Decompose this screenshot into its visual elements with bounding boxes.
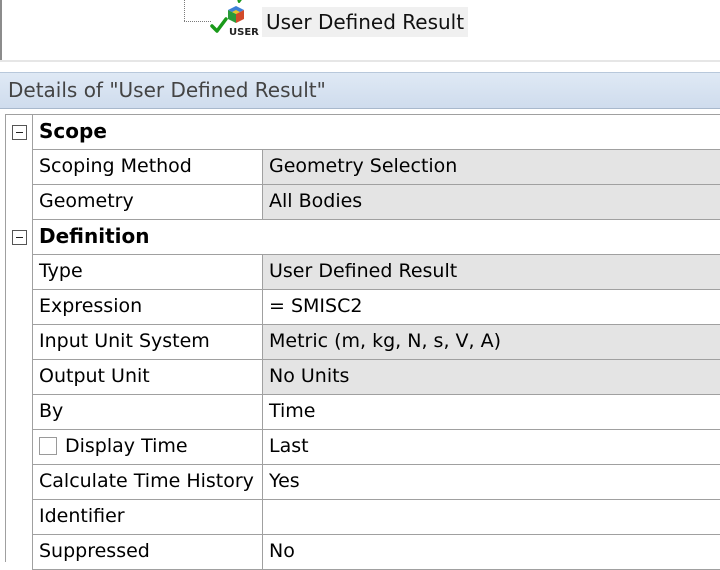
section-row-scope: Scope: [6, 115, 720, 150]
section-row-definition: Definition: [6, 220, 720, 255]
property-row: Scoping Method Geometry Selection: [6, 150, 720, 185]
tree-connector-vertical: [184, 0, 185, 21]
row-gutter: [6, 395, 32, 430]
row-gutter: [6, 465, 32, 500]
section-title-scope: Scope: [32, 115, 720, 150]
collapse-icon[interactable]: [12, 125, 27, 140]
property-value-display-time[interactable]: Last: [262, 430, 720, 465]
row-gutter: [6, 360, 32, 395]
property-row: Output Unit No Units: [6, 360, 720, 395]
row-gutter: [6, 185, 32, 220]
user-defined-result-icon: USER: [210, 4, 262, 38]
property-row: Expression = SMISC2: [6, 290, 720, 325]
property-value-expression[interactable]: = SMISC2: [262, 290, 720, 325]
details-grid: Scope Scoping Method Geometry Selection …: [5, 114, 720, 570]
property-label-input-unit-system: Input Unit System: [32, 325, 262, 360]
property-value-suppressed[interactable]: No: [262, 535, 720, 570]
display-time-label: Display Time: [65, 435, 188, 457]
section-title-definition: Definition: [32, 220, 720, 255]
property-label-expression: Expression: [32, 290, 262, 325]
property-label-by: By: [32, 395, 262, 430]
row-gutter: [6, 290, 32, 325]
tree-connector-horizontal: [184, 21, 211, 22]
display-time-checkbox[interactable]: [39, 437, 57, 455]
property-label-display-time: Display Time: [32, 430, 262, 465]
property-value-input-unit-system: Metric (m, kg, N, s, V, A): [262, 325, 720, 360]
property-value-by[interactable]: Time: [262, 395, 720, 430]
collapse-icon[interactable]: [12, 230, 27, 245]
row-gutter: [6, 500, 32, 535]
row-gutter: [6, 255, 32, 290]
property-row: Geometry All Bodies: [6, 185, 720, 220]
row-gutter: [6, 430, 32, 465]
row-gutter: [6, 115, 32, 150]
property-row: Identifier: [6, 500, 720, 535]
row-gutter: [6, 220, 32, 255]
property-label-suppressed: Suppressed: [32, 535, 262, 570]
property-value-geometry[interactable]: All Bodies: [262, 185, 720, 220]
property-label-scoping-method: Scoping Method: [32, 150, 262, 185]
property-value-output-unit: No Units: [262, 360, 720, 395]
property-row: Input Unit System Metric (m, kg, N, s, V…: [6, 325, 720, 360]
tree-view: ✔ USER User Defined Result: [0, 0, 720, 60]
property-row: Suppressed No: [6, 535, 720, 570]
row-gutter: [6, 325, 32, 360]
property-value-scoping-method[interactable]: Geometry Selection: [262, 150, 720, 185]
details-pane-title: Details of "User Defined Result": [0, 72, 720, 109]
property-row: Type User Defined Result: [6, 255, 720, 290]
property-value-identifier[interactable]: [262, 500, 720, 535]
row-gutter: [6, 150, 32, 185]
row-gutter: [6, 535, 32, 570]
tree-node-user-defined-result[interactable]: User Defined Result: [262, 7, 469, 37]
property-row: Calculate Time History Yes: [6, 465, 720, 500]
property-value-calculate-time-history[interactable]: Yes: [262, 465, 720, 500]
property-label-identifier: Identifier: [32, 500, 262, 535]
property-value-type: User Defined Result: [262, 255, 720, 290]
tree-border: [0, 0, 2, 60]
property-label-calculate-time-history: Calculate Time History: [32, 465, 262, 500]
property-label-geometry: Geometry: [32, 185, 262, 220]
property-label-output-unit: Output Unit: [32, 360, 262, 395]
svg-text:USER: USER: [229, 27, 259, 38]
pane-separator: [0, 60, 720, 62]
property-row: By Time: [6, 395, 720, 430]
property-label-type: Type: [32, 255, 262, 290]
property-row: Display Time Last: [6, 430, 720, 465]
